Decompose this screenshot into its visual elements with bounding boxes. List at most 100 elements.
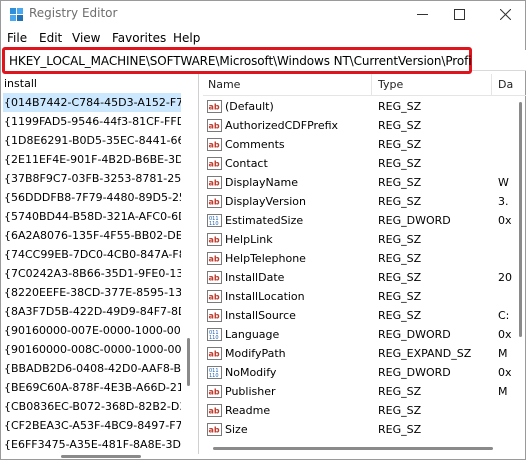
column-divider[interactable] (371, 74, 372, 96)
value-type: REG_SZ (378, 157, 422, 170)
value-row[interactable]: ab HelpTelephone REG_SZ (203, 249, 526, 268)
tree-item[interactable]: install (3, 74, 181, 93)
string-value-icon: ab (207, 271, 222, 284)
svg-text:ab: ab (209, 141, 220, 150)
tree-item[interactable]: {7C0242A3-8B66-35D1-9FE0-13B4 (3, 264, 181, 283)
svg-text:110: 110 (209, 335, 219, 341)
value-row[interactable]: ab InstallLocation REG_SZ (203, 287, 526, 306)
string-value-icon: ab (207, 233, 222, 246)
maximize-icon (454, 9, 465, 20)
string-value-icon: ab (207, 119, 222, 132)
maximize-button[interactable] (442, 1, 476, 28)
value-row[interactable]: ab DisplayVersion REG_SZ 3. (203, 192, 526, 211)
value-row[interactable]: ab (Default) REG_SZ (203, 97, 526, 116)
svg-text:ab: ab (209, 312, 220, 321)
svg-text:ab: ab (209, 426, 220, 435)
value-row[interactable]: ab DisplayName REG_SZ W (203, 173, 526, 192)
tree-horizontal-scrollbar[interactable] (1, 453, 199, 460)
tree-horizontal-scroll-thumb[interactable] (61, 455, 141, 458)
close-button[interactable] (488, 1, 522, 28)
tree-item[interactable]: {56DDDFB8-7F79-4480-89D5-25E1 (3, 188, 181, 207)
tree-item[interactable]: {37B8F9C7-03FB-3253-8781-2517C (3, 169, 181, 188)
tree-item[interactable]: {BBADB2D6-0408-42D0-AAF8-B7 (3, 359, 181, 378)
string-value-icon: ab (207, 423, 222, 436)
minimize-button[interactable] (405, 1, 439, 28)
value-row[interactable]: 011 110 Language REG_DWORD 0x (203, 325, 526, 344)
value-row[interactable]: ab HelpLink REG_SZ (203, 230, 526, 249)
string-value-icon: ab (207, 309, 222, 322)
value-row[interactable]: ab Contact REG_SZ (203, 154, 526, 173)
column-divider[interactable] (491, 74, 492, 96)
value-data: C: (498, 309, 510, 322)
tree-item[interactable]: {90160000-007E-0000-1000-0000 (3, 321, 181, 340)
value-name: DisplayName (225, 176, 298, 189)
values-horizontal-scroll-thumb[interactable] (213, 447, 493, 450)
column-header-name[interactable]: Name (208, 78, 240, 91)
tree-item[interactable]: {6A2A8076-135F-4F55-BB02-DED( (3, 226, 181, 245)
value-row[interactable]: ab InstallDate REG_SZ 20 (203, 268, 526, 287)
string-value-icon: ab (207, 404, 222, 417)
value-row[interactable]: ab Publisher REG_SZ M (203, 382, 526, 401)
tree-vertical-scrollbar[interactable] (182, 74, 196, 452)
tree-item-label: {2E11EF4E-901F-4B2D-B6BE-3DB2 (4, 153, 181, 166)
value-type: REG_SZ (378, 385, 422, 398)
tree-item[interactable]: {BE69C60A-878F-4E3B-A66D-21A (3, 378, 181, 397)
value-row[interactable]: ab InstallSource REG_SZ C: (203, 306, 526, 325)
column-header-data[interactable]: Da (498, 78, 513, 91)
tree-item-label: {8220EEFE-38CD-377E-8595-1339 (4, 286, 181, 299)
value-data: 0x (498, 214, 512, 227)
tree-item-label: {CF2BEA3C-A53F-4BC9-8497-F7 (4, 419, 181, 432)
svg-text:ab: ab (209, 179, 220, 188)
svg-text:ab: ab (209, 236, 220, 245)
address-bar[interactable]: HKEY_LOCAL_MACHINE\SOFTWARE\Microsoft\Wi… (2, 47, 503, 74)
svg-text:ab: ab (209, 160, 220, 169)
value-row[interactable]: ab Readme REG_SZ (203, 401, 526, 420)
string-value-icon: ab (207, 138, 222, 151)
values-horizontal-scrollbar[interactable] (203, 442, 513, 454)
tree-item-label: {014B7442-C784-45D3-A152-F7D2 (4, 96, 181, 109)
tree-item[interactable]: {E6FF3475-A35E-481F-8A8E-3D73 (3, 435, 181, 454)
string-value-icon: ab (207, 176, 222, 189)
tree-item[interactable]: {5740BD44-B58D-321A-AFC0-6D3 (3, 207, 181, 226)
value-row[interactable]: ab AuthorizedCDFPrefix REG_SZ (203, 116, 526, 135)
value-row[interactable]: ab ModifyPath REG_EXPAND_SZ M (203, 344, 526, 363)
tree-item[interactable]: {90160000-008C-0000-1000-0000 (3, 340, 181, 359)
menu-file[interactable]: File (7, 31, 27, 45)
value-name: Language (225, 328, 280, 341)
value-row[interactable]: ab Size REG_SZ (203, 420, 526, 439)
menu-favorites[interactable]: Favorites (112, 31, 166, 45)
value-name: HelpLink (225, 233, 273, 246)
tree-vertical-scroll-thumb[interactable] (187, 338, 190, 386)
window-title: Registry Editor (29, 6, 118, 20)
tree-item[interactable]: {CB0836EC-B072-368D-82B2-D34 (3, 397, 181, 416)
tree-item[interactable]: {8220EEFE-38CD-377E-8595-1339 (3, 283, 181, 302)
title-bar[interactable]: Registry Editor (1, 1, 526, 28)
values-vertical-scrollbar[interactable] (513, 96, 526, 442)
tree-item[interactable]: {CF2BEA3C-A53F-4BC9-8497-F7 (3, 416, 181, 435)
value-name: EstimatedSize (225, 214, 304, 227)
value-type: REG_SZ (378, 271, 422, 284)
values-vertical-scroll-thumb[interactable] (519, 102, 522, 337)
svg-text:ab: ab (209, 122, 220, 131)
tree-item[interactable]: {014B7442-C784-45D3-A152-F7D2 (3, 93, 181, 112)
tree-item[interactable]: {2E11EF4E-901F-4B2D-B6BE-3DB2 (3, 150, 181, 169)
menu-view[interactable]: View (72, 31, 100, 45)
column-header-type[interactable]: Type (378, 78, 403, 91)
tree-item[interactable]: {1D8E6291-B0D5-35EC-8441-6616 (3, 131, 181, 150)
value-name: HelpTelephone (225, 252, 306, 265)
value-name: DisplayVersion (225, 195, 306, 208)
value-row[interactable]: 011 110 EstimatedSize REG_DWORD 0x (203, 211, 526, 230)
value-data: 3. (498, 195, 509, 208)
value-data: M (498, 385, 508, 398)
svg-text:110: 110 (209, 221, 219, 227)
value-row[interactable]: 011 110 NoModify REG_DWORD 0x (203, 363, 526, 382)
tree-item[interactable]: {8A3F7D5B-422D-49D9-84F7-8DC (3, 302, 181, 321)
tree-item[interactable]: {1199FAD5-9546-44f3-81CF-FFDB (3, 112, 181, 131)
menu-edit[interactable]: Edit (39, 31, 62, 45)
tree-item[interactable]: {74CC99EB-7DC0-4CB0-847A-F8 (3, 245, 181, 264)
value-name: Size (225, 423, 248, 436)
value-row[interactable]: ab Comments REG_SZ (203, 135, 526, 154)
menu-bar: File Edit View Favorites Help (1, 29, 526, 47)
string-value-icon: ab (207, 385, 222, 398)
menu-help[interactable]: Help (173, 31, 200, 45)
